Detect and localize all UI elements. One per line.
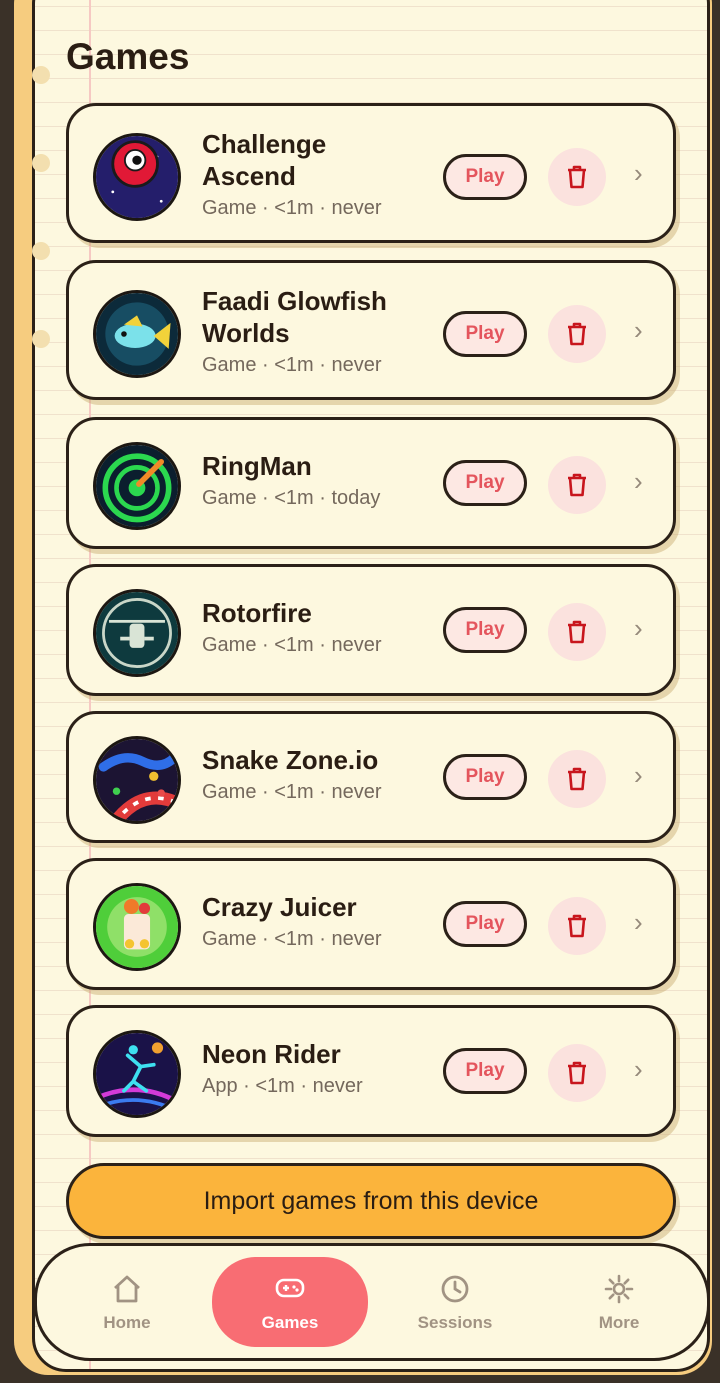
chevron-right-icon[interactable]: › [634, 907, 643, 938]
game-name-line2: Ascend [202, 161, 296, 191]
game-card[interactable]: Crazy Juicer Game · <1m · never Play › [66, 858, 676, 990]
delete-button[interactable] [548, 603, 606, 661]
game-name: Neon Rider [202, 1039, 341, 1069]
play-button[interactable]: Play [443, 754, 527, 800]
green-ring-icon [93, 442, 181, 530]
game-name: Snake Zone.io [202, 745, 379, 775]
chevron-right-icon[interactable]: › [634, 466, 643, 497]
game-meta: Game · <1m · today [202, 487, 381, 509]
delete-button[interactable] [548, 148, 606, 206]
game-info: Crazy Juicer Game · <1m · never [202, 891, 442, 953]
neon-rider-icon [93, 1030, 181, 1118]
trash-icon [568, 767, 586, 791]
game-card[interactable]: Challenge Ascend Game · <1m · never Play… [66, 103, 676, 243]
binder-hole [32, 330, 50, 348]
red-ball-icon [93, 133, 181, 221]
trash-icon [568, 473, 586, 497]
game-info: Rotorfire Game · <1m · never [202, 597, 442, 659]
game-info: Challenge Ascend Game · <1m · never [202, 128, 442, 222]
nav-games-label: Games [261, 1313, 319, 1332]
delete-button[interactable] [548, 1044, 606, 1102]
game-card[interactable]: Snake Zone.io Game · <1m · never Play › [66, 711, 676, 843]
chevron-right-icon[interactable]: › [634, 760, 643, 791]
delete-button[interactable] [548, 456, 606, 514]
binder-hole [32, 66, 50, 84]
chevron-right-icon[interactable]: › [634, 1054, 643, 1085]
helicopter-icon [93, 589, 181, 677]
game-info: RingMan Game · <1m · today [202, 450, 442, 512]
binder-hole [32, 154, 50, 172]
trash-icon [568, 1061, 586, 1085]
delete-button[interactable] [548, 305, 606, 363]
game-info: Neon Rider App · <1m · never [202, 1038, 442, 1100]
chevron-right-icon[interactable]: › [634, 315, 643, 346]
nav-more[interactable]: More [559, 1246, 679, 1358]
import-games-button[interactable]: Import games from this device [66, 1163, 676, 1239]
gamepad-icon [275, 1278, 305, 1298]
bottom-navigation: Home Games Sessions More [34, 1243, 710, 1361]
juice-icon [93, 883, 181, 971]
game-name: Crazy Juicer [202, 892, 357, 922]
glowfish-icon [93, 290, 181, 378]
game-info: Faadi Glowfish Worlds Game · <1m · never [202, 285, 442, 379]
game-name: Rotorfire [202, 598, 312, 628]
trash-icon [568, 165, 586, 189]
play-button[interactable]: Play [443, 460, 527, 506]
delete-button[interactable] [548, 897, 606, 955]
home-icon [114, 1275, 140, 1303]
game-name: RingMan [202, 451, 312, 481]
game-name-line2: Worlds [202, 318, 290, 348]
game-name: Faadi Glowfish [202, 286, 387, 316]
game-info: Snake Zone.io Game · <1m · never [202, 744, 442, 806]
nav-home[interactable]: Home [67, 1246, 187, 1358]
game-meta: Game · <1m · never [202, 634, 382, 656]
clock-icon [441, 1275, 469, 1303]
nav-sessions-label: Sessions [417, 1313, 493, 1332]
nav-games[interactable]: Games [212, 1257, 368, 1347]
play-button[interactable]: Play [443, 607, 527, 653]
trash-icon [568, 914, 586, 938]
snake-icon [93, 736, 181, 824]
trash-icon [568, 322, 586, 346]
binder-hole [32, 242, 50, 260]
game-card[interactable]: Neon Rider App · <1m · never Play › [66, 1005, 676, 1137]
game-meta: App · <1m · never [202, 1075, 363, 1097]
game-meta: Game · <1m · never [202, 781, 382, 803]
chevron-right-icon[interactable]: › [634, 158, 643, 189]
nav-home-label: Home [103, 1313, 151, 1332]
play-button[interactable]: Play [443, 901, 527, 947]
game-card[interactable]: RingMan Game · <1m · today Play › [66, 417, 676, 549]
chevron-right-icon[interactable]: › [634, 613, 643, 644]
game-card[interactable]: Faadi Glowfish Worlds Game · <1m · never… [66, 260, 676, 400]
game-meta: Game · <1m · never [202, 354, 382, 376]
nav-sessions[interactable]: Sessions [395, 1246, 515, 1358]
delete-button[interactable] [548, 750, 606, 808]
gear-icon [604, 1274, 634, 1304]
game-card[interactable]: Rotorfire Game · <1m · never Play › [66, 564, 676, 696]
play-button[interactable]: Play [443, 311, 527, 357]
play-button[interactable]: Play [443, 1048, 527, 1094]
trash-icon [568, 620, 586, 644]
page-title: Games [66, 36, 190, 77]
game-name: Challenge [202, 129, 327, 159]
game-meta: Game · <1m · never [202, 197, 382, 219]
nav-more-label: More [598, 1313, 640, 1332]
game-meta: Game · <1m · never [202, 928, 382, 950]
play-button[interactable]: Play [443, 154, 527, 200]
